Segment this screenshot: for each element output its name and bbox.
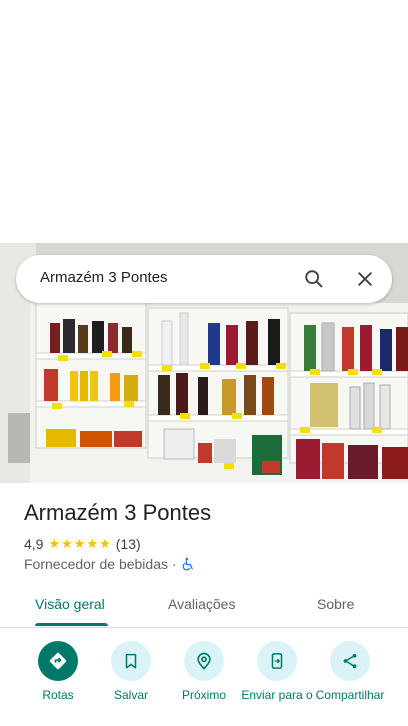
star-icon: ★	[86, 536, 99, 551]
rating-stars: ★ ★ ★ ★ ★	[48, 537, 110, 551]
place-title: Armazém 3 Pontes	[24, 500, 212, 525]
star-icon: ★	[48, 536, 61, 551]
bookmark-icon	[111, 641, 151, 681]
nearby-button[interactable]: Próximo	[166, 641, 242, 702]
review-count[interactable]: (13)	[116, 536, 141, 552]
send-to-phone-icon	[257, 641, 297, 681]
rating-row[interactable]: 4,9 ★ ★ ★ ★ ★ (13)	[24, 536, 141, 552]
star-icon: ★	[99, 536, 111, 551]
search-query[interactable]: Armazém 3 Pontes	[40, 269, 168, 286]
tab-about[interactable]: Sobre	[317, 596, 354, 612]
share-icon	[330, 641, 370, 681]
action-label: Compartilhar	[315, 688, 385, 702]
directions-button[interactable]: Rotas	[20, 641, 96, 702]
nearby-icon	[184, 641, 224, 681]
close-icon[interactable]	[353, 267, 377, 291]
place-category: Fornecedor de bebidas	[24, 556, 168, 572]
action-label: Próximo	[181, 688, 226, 702]
wheelchair-accessible-icon	[181, 557, 195, 571]
share-button[interactable]: Compartilhar	[312, 641, 388, 702]
star-icon: ★	[61, 536, 73, 551]
save-button[interactable]: Salvar	[93, 641, 169, 702]
action-label: Salvar	[113, 688, 148, 702]
active-tab-indicator	[35, 623, 108, 626]
tab-overview[interactable]: Visão geral	[35, 596, 105, 612]
search-icon[interactable]	[302, 267, 326, 291]
directions-icon	[38, 641, 78, 681]
send-to-phone-button[interactable]: Enviar para o	[239, 641, 315, 702]
tab-bar: Visão geral Avaliações Sobre	[0, 585, 408, 628]
map-area[interactable]	[0, 0, 408, 243]
rating-value: 4,9	[24, 536, 44, 552]
category-row: Fornecedor de bebidas ·	[24, 556, 195, 572]
star-icon: ★	[73, 536, 86, 551]
action-label: Enviar para o	[241, 688, 313, 702]
action-label: Rotas	[42, 688, 74, 702]
separator: ·	[172, 556, 177, 572]
tab-reviews[interactable]: Avaliações	[168, 596, 235, 612]
search-bar[interactable]: Armazém 3 Pontes	[16, 255, 392, 303]
